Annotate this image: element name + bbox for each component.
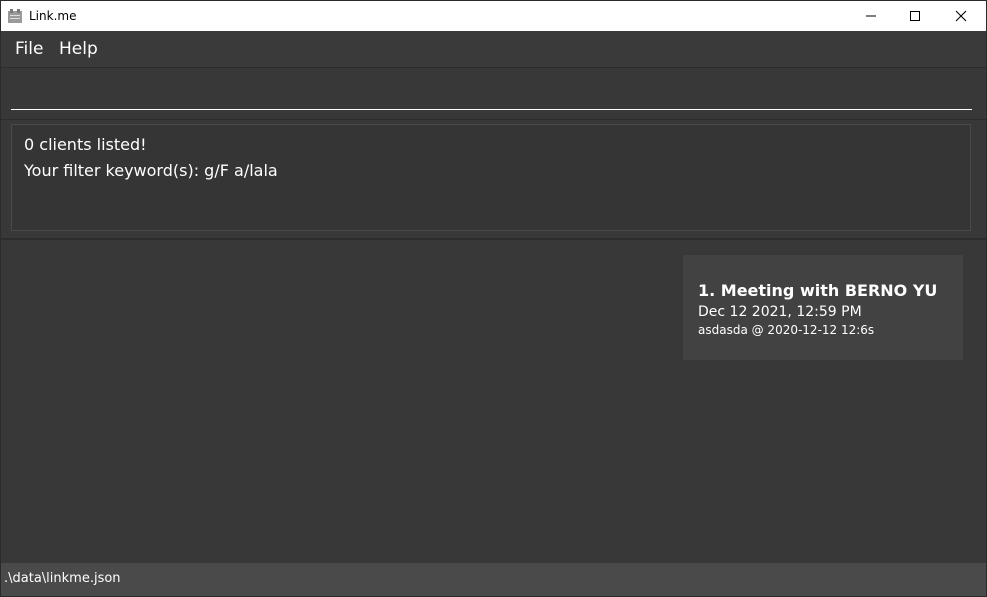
command-input[interactable]	[11, 76, 972, 110]
minimize-button[interactable]	[848, 1, 894, 31]
menu-help[interactable]: Help	[59, 39, 98, 59]
filter-keywords: Your filter keyword(s): g/F a/lala	[24, 161, 278, 180]
close-button[interactable]	[938, 1, 984, 31]
result-display[interactable]: 0 clients listed! Your filter keyword(s)…	[11, 124, 971, 231]
meeting-card[interactable]: 1. Meeting with BERNO YU Dec 12 2021, 12…	[683, 255, 963, 360]
meeting-title: 1. Meeting with BERNO YU	[698, 281, 938, 300]
result-display-panel: 0 clients listed! Your filter keyword(s)…	[1, 120, 986, 240]
app-icon	[8, 9, 22, 23]
menu-file[interactable]: File	[15, 39, 43, 59]
data-file-path: .\data\linkme.json	[4, 571, 121, 586]
command-box	[1, 68, 986, 120]
main-list-area: 1. Meeting with BERNO YU Dec 12 2021, 12…	[1, 240, 986, 563]
meeting-detail: asdasda @ 2020-12-12 12:6s	[698, 323, 875, 337]
close-icon	[955, 10, 967, 22]
minimize-icon	[866, 15, 876, 17]
title-bar[interactable]: Link.me	[1, 1, 986, 31]
maximize-icon	[910, 11, 920, 21]
maximize-button[interactable]	[892, 1, 938, 31]
app-window: Link.me File Help 0 clients listed! Your…	[0, 0, 987, 597]
menu-bar: File Help	[1, 31, 986, 68]
window-title: Link.me	[29, 9, 77, 23]
status-bar: .\data\linkme.json	[1, 563, 986, 596]
result-message: 0 clients listed!	[24, 135, 147, 154]
meeting-date: Dec 12 2021, 12:59 PM	[698, 304, 862, 320]
